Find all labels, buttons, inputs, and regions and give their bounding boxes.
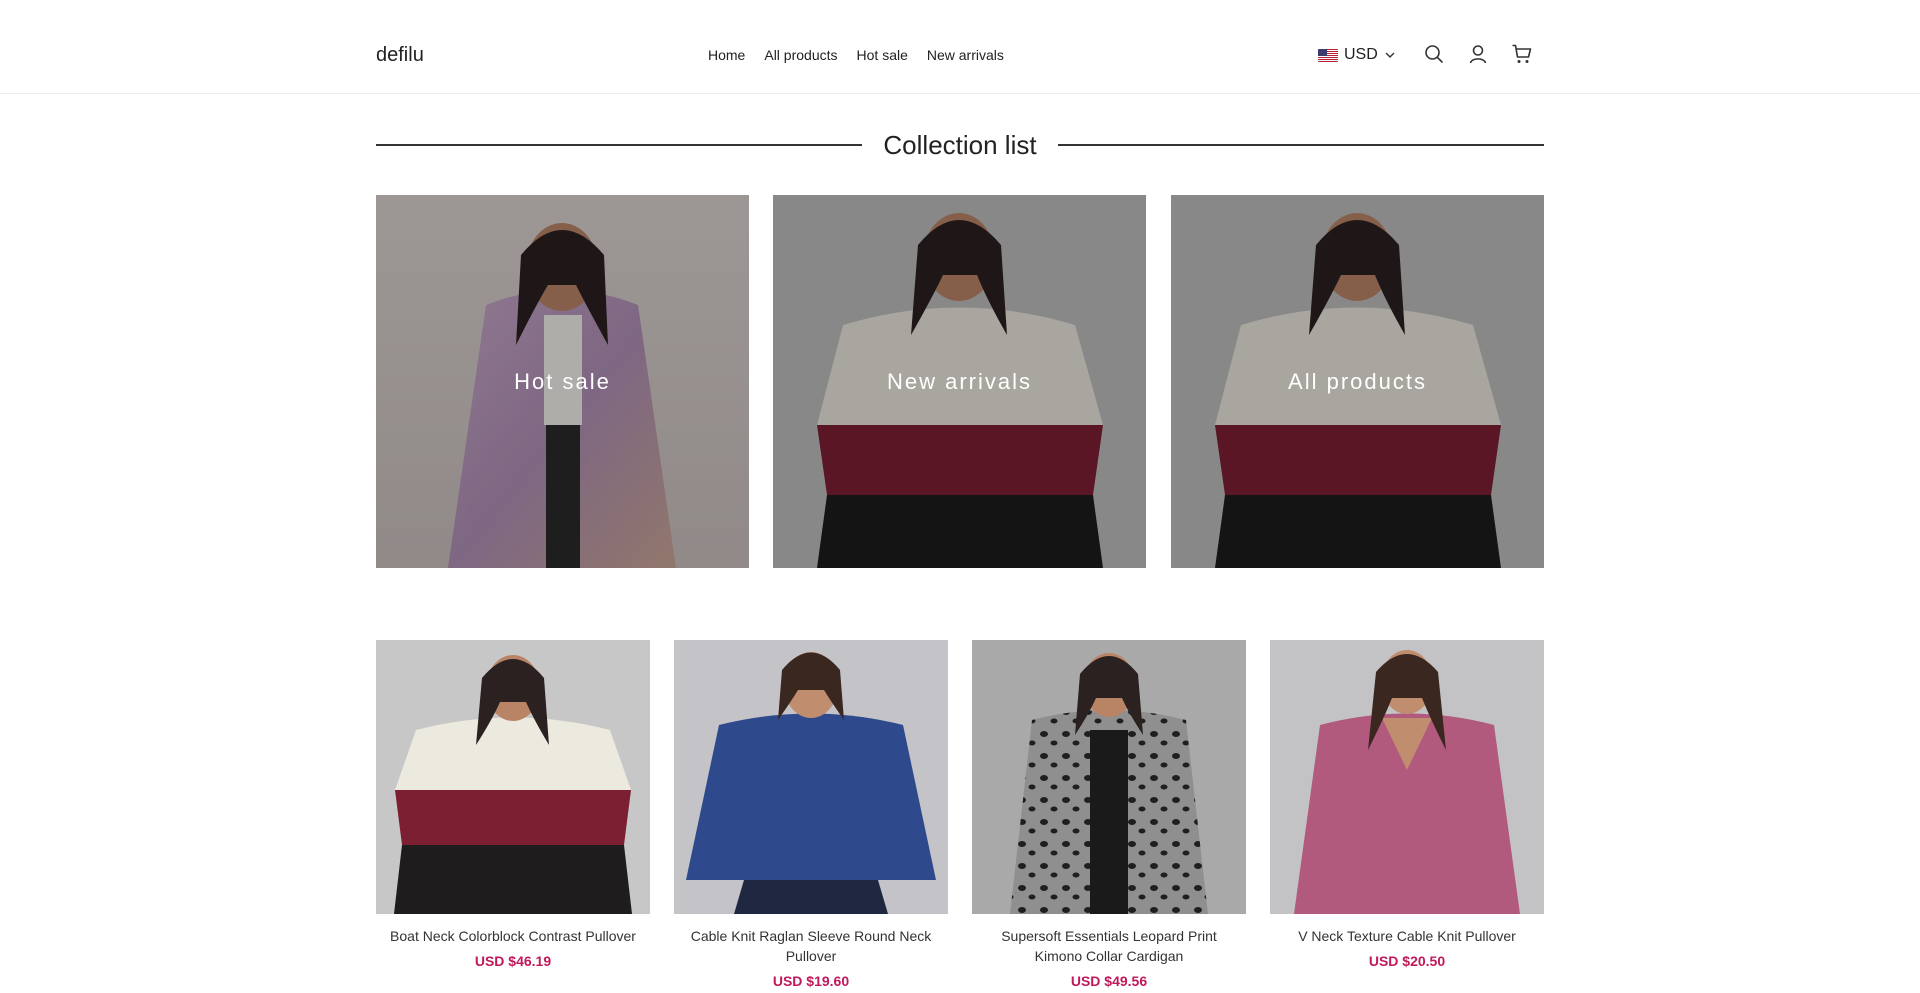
collection-tile-new-arrivals[interactable]: New arrivals (773, 195, 1146, 568)
product-image[interactable] (972, 640, 1246, 914)
product-card[interactable]: Supersoft Essentials Leopard Print Kimon… (972, 640, 1246, 989)
main-nav: Home All products Hot sale New arrivals (708, 47, 1004, 63)
collection-list-heading: Collection list (376, 124, 1544, 164)
product-card[interactable]: Cable Knit Raglan Sleeve Round Neck Pull… (674, 640, 948, 989)
product-price: USD $49.56 (1070, 973, 1148, 989)
collection-label-hot-sale: Hot sale (514, 369, 611, 394)
currency-selector[interactable]: USD (1318, 46, 1396, 64)
product-name[interactable]: Cable Knit Raglan Sleeve Round Neck Pull… (674, 926, 948, 966)
collection-tile-all-products[interactable]: All products (1171, 195, 1544, 568)
product-name[interactable]: Supersoft Essentials Leopard Print Kimon… (972, 926, 1246, 966)
site-logo[interactable]: defilu (376, 44, 424, 67)
section-title: Collection list (863, 130, 1057, 160)
site-header: defilu Home All products Hot sale New ar… (0, 0, 1920, 94)
nav-item-new-arrivals[interactable]: New arrivals (927, 47, 1004, 63)
collection-tile-hot-sale[interactable]: Hot sale (376, 195, 749, 568)
product-card[interactable]: Boat Neck Colorblock Contrast Pullover U… (376, 640, 650, 969)
search-icon[interactable] (1423, 43, 1445, 65)
collection-label-all-products: All products (1288, 369, 1427, 394)
product-price: USD $46.19 (474, 953, 552, 969)
product-image[interactable] (1270, 640, 1544, 914)
product-name[interactable]: V Neck Texture Cable Knit Pullover (1270, 926, 1544, 946)
product-image[interactable] (674, 640, 948, 914)
product-name[interactable]: Boat Neck Colorblock Contrast Pullover (376, 926, 650, 946)
collection-label-new-arrivals: New arrivals (886, 369, 1033, 394)
product-card[interactable]: V Neck Texture Cable Knit Pullover USD $… (1270, 640, 1544, 969)
product-price: USD $20.50 (1368, 953, 1446, 969)
product-image[interactable] (376, 640, 650, 914)
nav-item-all-products[interactable]: All products (764, 47, 837, 63)
us-flag-icon (1318, 48, 1338, 62)
currency-label: USD (1344, 46, 1378, 63)
account-icon[interactable] (1467, 43, 1489, 65)
product-price: USD $19.60 (772, 973, 850, 989)
nav-item-hot-sale[interactable]: Hot sale (857, 47, 908, 63)
nav-item-home[interactable]: Home (708, 47, 745, 63)
chevron-down-icon (1384, 49, 1396, 61)
cart-icon[interactable] (1511, 43, 1533, 65)
